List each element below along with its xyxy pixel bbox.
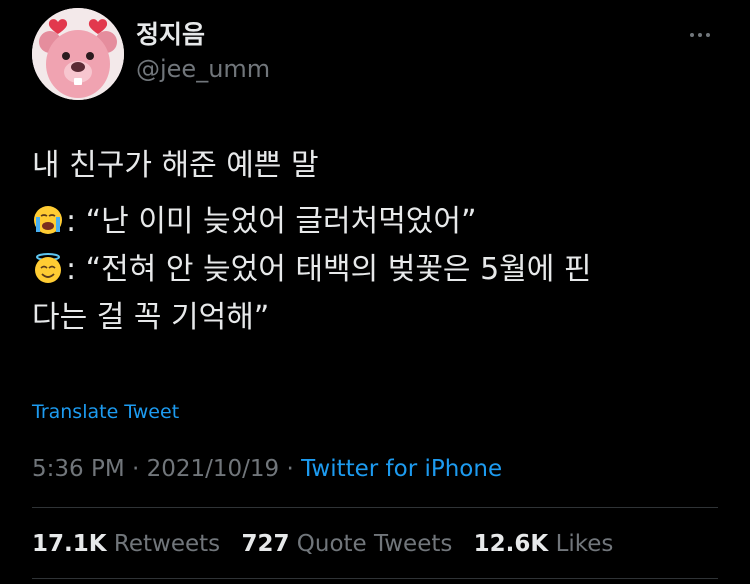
smiling-face-with-halo-icon (35, 253, 61, 283)
tweet-line: 내 친구가 해준 예쁜 말 (32, 148, 319, 183)
retweets-count: 17.1K (32, 531, 107, 557)
pink-beaver-avatar-icon (32, 8, 124, 100)
avatar[interactable] (32, 8, 124, 100)
loudly-crying-face-icon (34, 206, 62, 234)
divider (32, 578, 718, 579)
tweet-line-text: : “전혀 안 늦었어 태백의 벚꽃은 5월에 핀 (66, 252, 592, 287)
retweets-label: Retweets (113, 531, 221, 557)
meta-separator: · (124, 456, 147, 482)
tweet-text: 내 친구가 해준 예쁜 말 : “난 이미 늦었어 글러처먹었어” : “전혀 … (32, 142, 722, 342)
quote-tweets-stat[interactable]: 727 Quote Tweets (241, 531, 452, 557)
more-horizontal-icon (690, 33, 694, 37)
more-horizontal-icon-dot (698, 33, 702, 37)
more-options-button[interactable] (680, 22, 720, 48)
tweet-date[interactable]: 2021/10/19 (147, 456, 280, 482)
tweet-source-link[interactable]: Twitter for iPhone (301, 456, 502, 482)
user-handle[interactable]: @jee_umm (136, 54, 270, 84)
likes-count: 12.6K (473, 531, 549, 557)
retweets-stat[interactable]: 17.1K Retweets (32, 531, 220, 557)
display-name[interactable]: 정지음 (136, 20, 205, 50)
tweet-time[interactable]: 5:36 PM (32, 456, 125, 482)
more-horizontal-icon-dot (706, 33, 710, 37)
divider (32, 507, 718, 508)
likes-stat[interactable]: 12.6K Likes (474, 531, 614, 557)
tweet-meta: 5:36 PM · 2021/10/19 · Twitter for iPhon… (32, 454, 502, 484)
tweet-line-text: : “난 이미 늦었어 글러처먹었어” (66, 204, 477, 239)
translate-tweet-link[interactable]: Translate Tweet (32, 400, 179, 424)
meta-separator: · (279, 456, 302, 482)
likes-label: Likes (555, 531, 614, 557)
tweet-line: 다는 걸 꼭 기억해” (32, 300, 270, 335)
tweet-line: : “전혀 안 늦었어 태백의 벚꽃은 5월에 핀 (32, 246, 722, 294)
engagement-stats: 17.1K Retweets 727 Quote Tweets 12.6K Li… (32, 528, 627, 560)
quote-tweets-label: Quote Tweets (296, 531, 453, 557)
quote-tweets-count: 727 (241, 531, 290, 557)
tweet-line: : “난 이미 늦었어 글러처먹었어” (32, 198, 722, 246)
